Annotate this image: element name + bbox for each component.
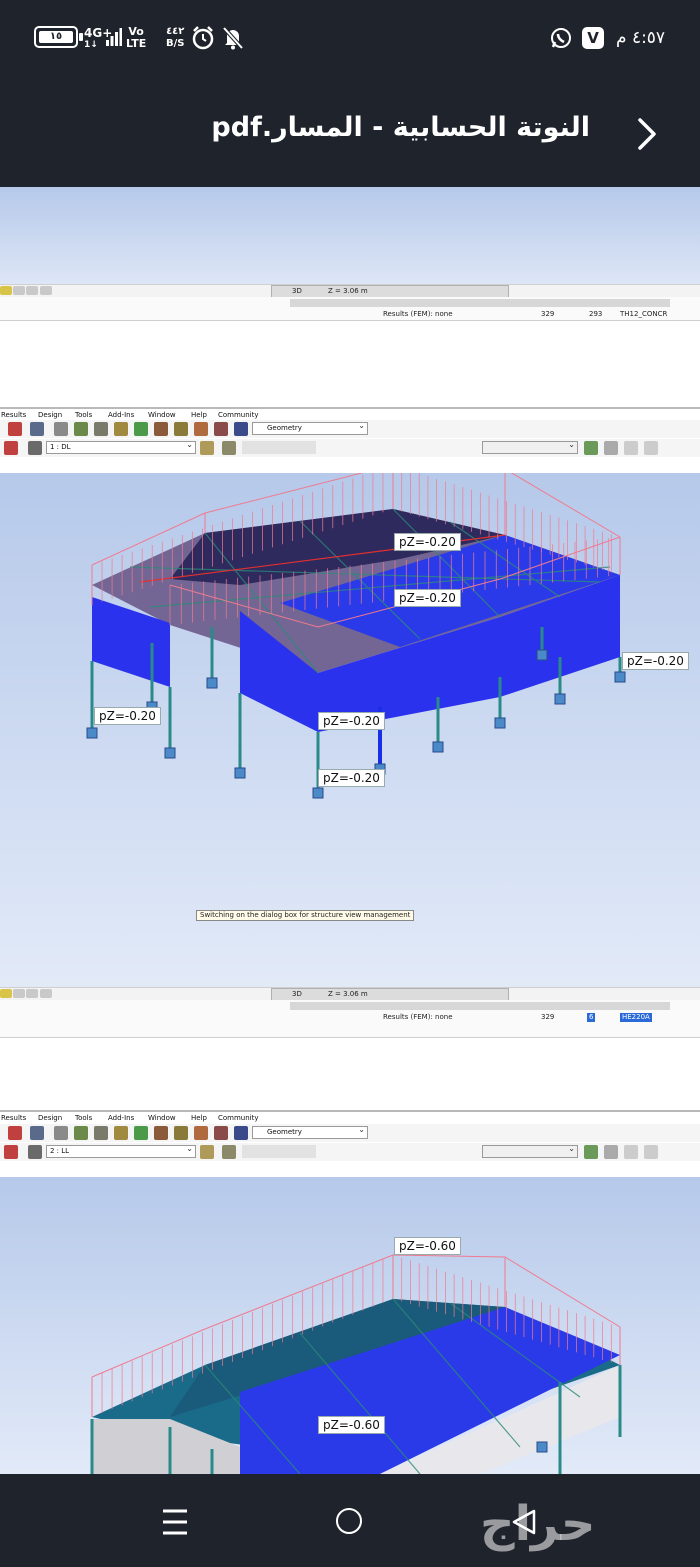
view-mode-select[interactable]: Geometry <box>252 1124 368 1139</box>
load-label: pZ=-0.20 <box>318 712 385 730</box>
menu-window[interactable]: Window <box>148 1114 176 1122</box>
load-label: pZ=-0.20 <box>318 769 385 787</box>
signal-icon <box>106 28 122 46</box>
chevron-right-icon[interactable] <box>626 112 666 156</box>
status-bar: ١٥ 4G+ 1↓ Vo LTE ٤٤٢ B/S V ٤:٥٧ م <box>0 18 700 58</box>
load-label: pZ=-0.20 <box>622 652 689 670</box>
load-label: pZ=-0.20 <box>394 589 461 607</box>
robot-toolbar-1: Geometry <box>0 420 700 438</box>
menu-results[interactable]: Results <box>1 1114 26 1122</box>
menu-addins[interactable]: Add-Ins <box>108 411 134 419</box>
whatsapp-icon <box>551 28 571 48</box>
robot-tabbar: 3D Z = 3.06 m <box>0 284 700 298</box>
menu-addins[interactable]: Add-Ins <box>108 1114 134 1122</box>
alarm-icon <box>192 26 214 50</box>
battery-level: ١٥ <box>39 31 73 43</box>
menu-help[interactable]: Help <box>191 1114 207 1122</box>
bell-off-icon <box>222 26 244 50</box>
viewport-sky <box>0 187 700 297</box>
robot-toolbar-2: 1 : DL <box>0 439 700 457</box>
app-header: ١٥ 4G+ 1↓ Vo LTE ٤٤٢ B/S V ٤:٥٧ م النوتة… <box>0 0 700 187</box>
load-label: pZ=-0.60 <box>318 1416 385 1434</box>
system-nav-bar: حراج <box>0 1474 700 1567</box>
menu-community[interactable]: Community <box>218 1114 259 1122</box>
page-title: النوتة الحسابية - المسار.pdf <box>211 112 590 143</box>
robot-toolbar-2: 2 : LL <box>0 1143 700 1161</box>
robot-statusbar: Results (FEM): none 329 6 HE220A <box>0 1000 700 1038</box>
menu-tools[interactable]: Tools <box>75 411 92 419</box>
menu-community[interactable]: Community <box>218 411 259 419</box>
menu-results[interactable]: Results <box>1 411 26 419</box>
robot-toolbar-1: Geometry <box>0 1124 700 1142</box>
load-case-select[interactable]: 1 : DL <box>46 439 196 454</box>
robot-menubar: Results Design Tools Add-Ins Window Help… <box>0 407 700 419</box>
load-label: pZ=-0.20 <box>394 533 461 551</box>
menu-window[interactable]: Window <box>148 411 176 419</box>
home-icon[interactable] <box>336 1508 362 1534</box>
menu-design[interactable]: Design <box>38 1114 62 1122</box>
battery-icon: ١٥ <box>34 26 83 48</box>
tooltip: Switching on the dialog box for structur… <box>196 910 415 921</box>
clock: ٤:٥٧ م <box>616 28 666 48</box>
robot-tabbar: 3D Z = 3.06 m <box>0 987 700 1001</box>
network-speed: ٤٤٢ B/S <box>166 26 185 49</box>
v-app-icon: V <box>582 27 604 49</box>
load-label: pZ=-0.60 <box>394 1237 461 1255</box>
view-mode-select[interactable]: Geometry <box>252 420 368 435</box>
robot-menubar: Results Design Tools Add-Ins Window Help… <box>0 1110 700 1122</box>
watermark: حراج <box>480 1496 596 1552</box>
volte-indicator: Vo LTE <box>126 25 147 50</box>
menu-tools[interactable]: Tools <box>75 1114 92 1122</box>
menu-design[interactable]: Design <box>38 411 62 419</box>
menu-help[interactable]: Help <box>191 411 207 419</box>
recent-apps-icon[interactable] <box>162 1508 188 1536</box>
load-case-select[interactable]: 2 : LL <box>46 1143 196 1158</box>
load-label: pZ=-0.20 <box>94 707 161 725</box>
pdf-viewer[interactable]: 3D Z = 3.06 m Results (FEM): none 329 29… <box>0 187 700 1474</box>
robot-statusbar: Results (FEM): none 329 293 TH12_CONCR <box>0 297 700 321</box>
